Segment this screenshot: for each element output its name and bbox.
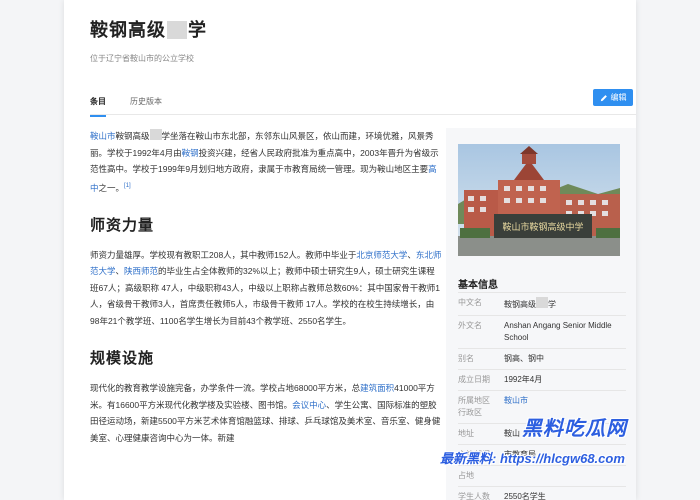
info-value (504, 470, 626, 482)
info-key: 所属地区 行政区 (458, 396, 490, 417)
info-row: 别名 钢高、钢中 (458, 348, 626, 369)
redaction-block (536, 297, 548, 308)
link-anshan-region[interactable]: 鞍山市 (504, 396, 528, 405)
link-building-area[interactable]: 建筑面积 (360, 383, 394, 393)
info-value: 钢高、钢中 (504, 354, 544, 363)
teachers-paragraph: 师资力量雄厚。学校现有教职工208人，其中教师152人。教师中毕业于北京师范大学… (90, 249, 442, 326)
info-key: 成立日期 (458, 375, 490, 384)
article-page: 鞍钢高级学 位于辽宁省鞍山市的公立学校 条目 历史版本 编辑 鞍山市鞍钢高级 学坐… (64, 0, 636, 500)
info-value: 鞍钢高级学 (504, 297, 626, 311)
infobox-sidebar: 鞍山市鞍钢高级中学 基本信息 中文名 鞍钢高级学 外文名 Anshan Anga… (446, 128, 636, 500)
tab-divider (90, 114, 636, 115)
school-photo[interactable]: 鞍山市鞍钢高级中学 (458, 144, 620, 256)
facilities-paragraph: 现代化的教育教学设施完备，办学条件一流。学校占地68000平方米，总建筑面积41… (90, 383, 441, 443)
info-value: 1992年4月 (504, 375, 543, 384)
info-key: 地址 (458, 429, 474, 438)
info-key: 占地 (458, 471, 474, 480)
page-subtitle: 位于辽宁省鞍山市的公立学校 (90, 54, 194, 63)
info-row: 外文名 Anshan Angang Senior Middle School (458, 315, 626, 348)
school-building-image: 鞍山市鞍钢高级中学 (458, 144, 620, 256)
page-title: 鞍钢高级学 (90, 20, 207, 40)
info-row: 占地 (458, 465, 626, 486)
link-snnu[interactable]: 陕西师范 (124, 266, 158, 276)
info-row: 中文名 鞍钢高级学 (458, 292, 626, 315)
info-row: 成立日期 1992年4月 (458, 369, 626, 390)
infobox-title: 基本信息 (458, 280, 498, 291)
reference-1[interactable]: [1] (124, 183, 131, 189)
info-row: 所属地区 行政区 鞍山市 (458, 390, 626, 423)
info-value: 市教育局 (504, 450, 536, 459)
article-body: 鞍山市鞍钢高级 学坐落在鞍山市东北部，东邻东山风景区，依山而建，环境优雅，风景秀丽… (90, 128, 442, 446)
info-key: 中文名 (458, 298, 482, 307)
link-angang[interactable]: 鞍钢 (182, 148, 199, 158)
infobox-table: 中文名 鞍钢高级学 外文名 Anshan Angang Senior Middl… (458, 292, 626, 500)
info-key: 别名 (458, 354, 474, 363)
link-anshan-city[interactable]: 鞍山市 (90, 131, 116, 141)
intro-paragraph: 鞍山市鞍钢高级 学坐落在鞍山市东北部，东邻东山风景区，依山而建，环境优雅，风景秀丽… (90, 129, 439, 193)
info-row: 学生人数 2550名学生 (458, 486, 626, 500)
info-key: 学生人数 (458, 492, 490, 500)
info-row: 地址 鞍山 (458, 423, 626, 444)
section-heading-facilities: 规模设施 (90, 350, 155, 368)
info-key: 外文名 (458, 321, 482, 330)
redaction-block (149, 129, 162, 140)
info-value: 2550名学生 (504, 492, 546, 500)
info-key: 主管部门 (458, 450, 490, 459)
link-bnu[interactable]: 北京师范大学 (356, 250, 407, 260)
edit-button[interactable]: 编辑 (593, 89, 633, 106)
info-value: 鞍山 (504, 429, 520, 438)
pencil-icon (600, 94, 607, 101)
info-value: Anshan Angang Senior Middle School (504, 321, 612, 342)
redaction-block (167, 21, 187, 39)
section-heading-teachers: 师资力量 (90, 216, 155, 234)
edit-button-label: 编辑 (610, 93, 627, 102)
info-value: 鞍山市 (504, 395, 626, 419)
info-row: 主管部门 市教育局 (458, 444, 626, 465)
svg-text:鞍山市鞍钢高级中学: 鞍山市鞍钢高级中学 (502, 221, 583, 232)
link-conference-center[interactable]: 会议中心 (292, 400, 326, 410)
